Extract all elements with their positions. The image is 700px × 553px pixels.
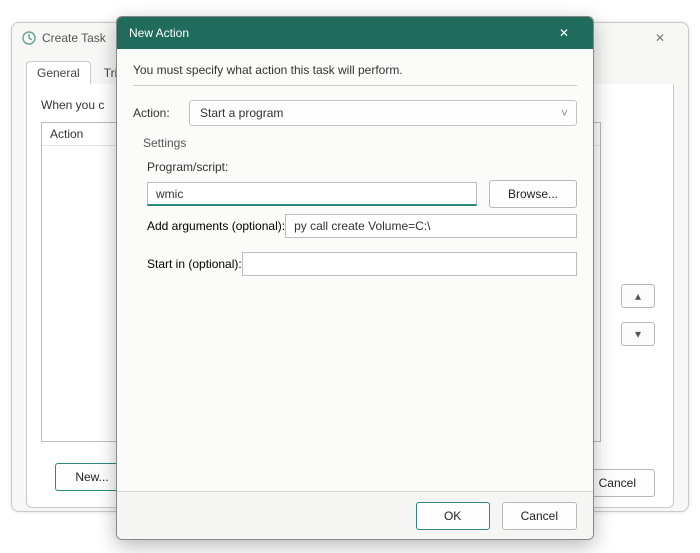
chevron-down-icon: ▾ — [635, 327, 641, 341]
chevron-down-icon: ˅ — [561, 101, 568, 125]
modal-footer: OK Cancel — [117, 491, 593, 539]
action-select[interactable]: Start a program ˅ — [189, 100, 577, 126]
action-label: Action: — [133, 106, 189, 120]
arguments-label: Add arguments (optional): — [147, 219, 285, 233]
settings-group-label: Settings — [133, 136, 577, 150]
close-icon: ✕ — [655, 31, 665, 45]
parent-window-title: Create Task — [42, 31, 106, 45]
close-icon: ✕ — [559, 26, 569, 40]
arguments-field: Add arguments (optional): — [147, 214, 577, 238]
tab-general[interactable]: General — [26, 61, 91, 84]
chevron-up-icon: ▴ — [635, 289, 641, 303]
startin-field: Start in (optional): — [147, 252, 577, 276]
program-field: Program/script: Browse... — [147, 160, 577, 208]
divider — [133, 85, 577, 86]
action-select-value: Start a program — [200, 106, 283, 120]
move-up-button[interactable]: ▴ — [621, 284, 655, 308]
modal-body: You must specify what action this task w… — [117, 49, 593, 294]
modal-instruction: You must specify what action this task w… — [133, 63, 577, 77]
action-row: Action: Start a program ˅ — [133, 100, 577, 126]
startin-input[interactable] — [242, 252, 577, 276]
program-label: Program/script: — [147, 160, 577, 174]
reorder-buttons: ▴ ▾ — [621, 284, 655, 346]
browse-button[interactable]: Browse... — [489, 180, 577, 208]
startin-label: Start in (optional): — [147, 257, 242, 271]
clock-icon — [22, 31, 36, 45]
cancel-button[interactable]: Cancel — [502, 502, 577, 530]
parent-close-button[interactable]: ✕ — [642, 24, 678, 52]
modal-close-button[interactable]: ✕ — [547, 20, 581, 46]
arguments-input[interactable] — [285, 214, 577, 238]
new-action-dialog: New Action ✕ You must specify what actio… — [116, 16, 594, 540]
program-input[interactable] — [147, 182, 477, 206]
modal-title: New Action — [129, 26, 189, 40]
modal-titlebar: New Action ✕ — [117, 17, 593, 49]
ok-button[interactable]: OK — [416, 502, 490, 530]
move-down-button[interactable]: ▾ — [621, 322, 655, 346]
